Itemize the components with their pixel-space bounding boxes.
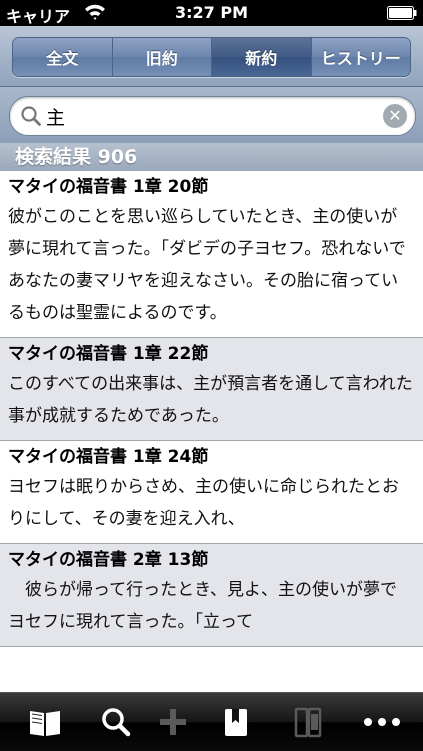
- split-view-icon: [294, 707, 322, 738]
- clear-icon[interactable]: ✕: [383, 104, 407, 128]
- verse-reference: マタイの福音書 1章 22節: [8, 344, 209, 364]
- list-item[interactable]: マタイの福音書 1章 24節 ヨセフは眠りからさめ、主の使いに命じられたとおりに…: [0, 441, 423, 544]
- bottom-toolbar: [0, 692, 423, 751]
- status-time: 3:27 PM: [174, 3, 248, 22]
- header-bar: 全文 旧約 新約 ヒストリー: [0, 26, 423, 87]
- search-input[interactable]: [46, 101, 376, 131]
- list-item[interactable]: マタイの福音書 1章 22節 このすべての出来事は、主が預言者を通して言われた事…: [0, 338, 423, 441]
- tab-history[interactable]: ヒストリー: [311, 38, 410, 76]
- add-icon: [160, 709, 186, 735]
- scope-segmented-control: 全文 旧約 新約 ヒストリー: [12, 37, 411, 77]
- search-icon: [21, 106, 41, 126]
- verse-reference: マタイの福音書 1章 20節: [8, 177, 209, 197]
- results-count-header: 検索結果 906: [0, 143, 423, 171]
- search-field[interactable]: ✕: [9, 96, 416, 136]
- tab-old-testament[interactable]: 旧約: [112, 38, 212, 76]
- results-list[interactable]: マタイの福音書 1章 20節 彼がこのことを思い巡らしていたとき、主の使いが夢に…: [0, 171, 423, 692]
- status-bar: キャリア 3:27 PM: [0, 0, 423, 26]
- verse-reference: マタイの福音書 2章 13節: [8, 550, 209, 570]
- battery-icon: [387, 6, 417, 20]
- verse-reference: マタイの福音書 1章 24節: [8, 447, 209, 467]
- tab-all[interactable]: 全文: [13, 38, 113, 76]
- list-item[interactable]: マタイの福音書 2章 13節 彼らが帰って行ったとき、見よ、主の使いが夢でヨセフ…: [0, 544, 423, 647]
- search-icon[interactable]: [100, 706, 132, 738]
- verse-text: 彼がこのことを思い巡らしていたとき、主の使いが夢に現れて言った。「ダビデの子ヨセ…: [8, 207, 406, 323]
- search-bar: ✕: [0, 87, 423, 143]
- bookmark-icon[interactable]: [220, 706, 252, 738]
- verse-text: ヨセフは眠りからさめ、主の使いに命じられたとおりにして、その妻を迎え入れ、: [8, 477, 399, 529]
- tab-new-testament[interactable]: 新約: [212, 38, 312, 76]
- book-icon[interactable]: [28, 706, 62, 738]
- verse-text: 彼らが帰って行ったとき、見よ、主の使いが夢でヨセフに現れて言った。「立って: [8, 580, 397, 632]
- list-item[interactable]: マタイの福音書 1章 20節 彼がこのことを思い巡らしていたとき、主の使いが夢に…: [0, 171, 423, 338]
- more-icon[interactable]: [360, 706, 404, 738]
- verse-text: このすべての出来事は、主が預言者を通して言われた事が成就するためであった。: [8, 374, 413, 426]
